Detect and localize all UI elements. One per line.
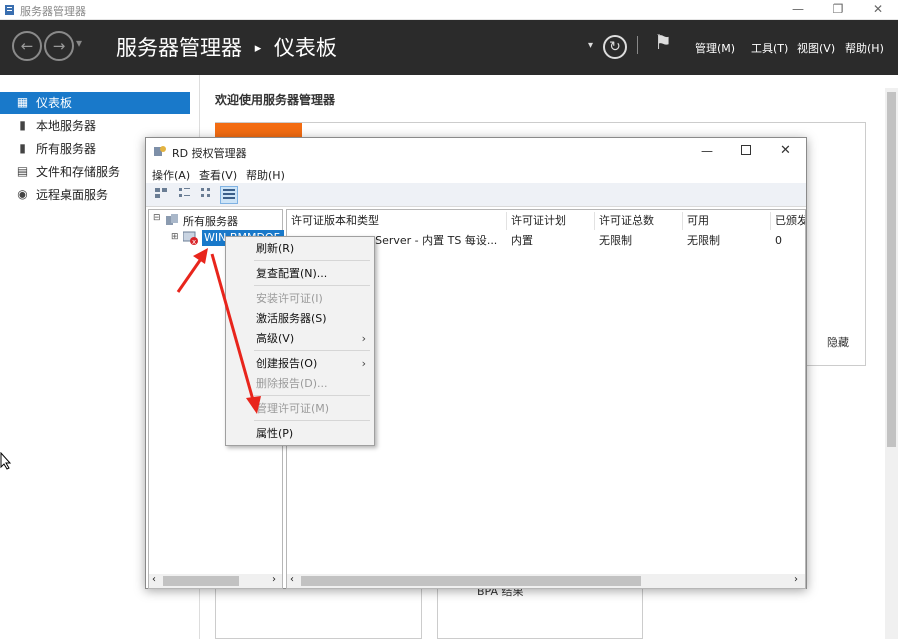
annotation-arrow-to-properties [210, 253, 261, 414]
annotation-arrow-to-node [176, 248, 208, 293]
mouse-cursor-icon [0, 452, 12, 470]
annotation-arrows [176, 248, 261, 414]
server-manager-window: 服务器管理器 — ❐ ✕ ← → ▾ 服务器管理器 ▸ 仪表板 ▾ ↻ ⚑ 管理… [0, 0, 898, 639]
